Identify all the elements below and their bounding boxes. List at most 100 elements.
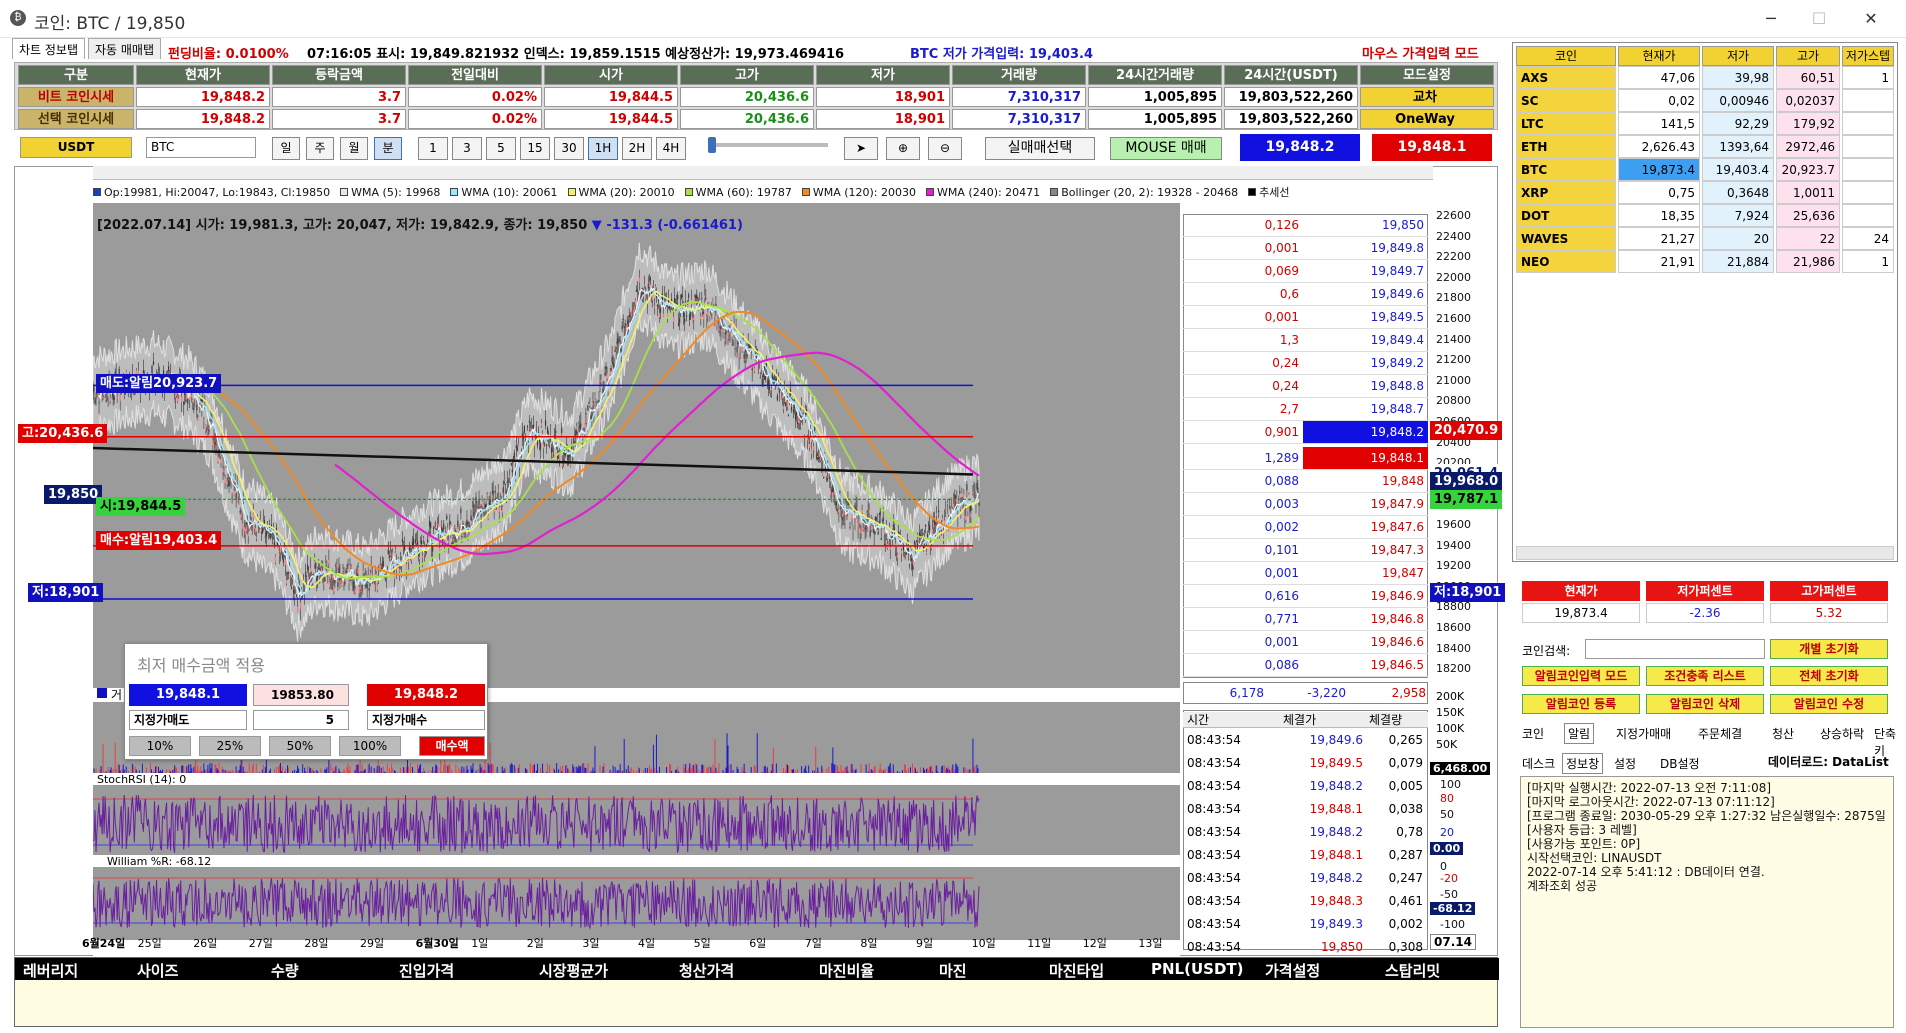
bid-row[interactable]: 0,771 19,846.8 bbox=[1183, 608, 1428, 631]
minute-button[interactable]: 1H bbox=[588, 137, 618, 160]
minute-button[interactable]: 5 bbox=[486, 137, 516, 160]
minute-button[interactable]: 2H bbox=[622, 137, 652, 160]
right-tab[interactable]: 코인 bbox=[1518, 723, 1548, 744]
popup-ask-price[interactable]: 19,848.2 bbox=[367, 684, 485, 706]
coin-name[interactable]: NEO bbox=[1516, 250, 1616, 273]
watchlist-action-button[interactable]: 개별 초기화 bbox=[1770, 639, 1888, 659]
sell-alarm-tag[interactable]: 매도:알림20,923.7 bbox=[96, 374, 222, 393]
right-subtab[interactable]: 데스크 bbox=[1518, 753, 1559, 774]
watchlist-action-button[interactable]: 알림코인 삭제 bbox=[1646, 694, 1764, 714]
bid-row[interactable]: 0,002 19,847.6 bbox=[1183, 516, 1428, 539]
period-button[interactable]: 주 bbox=[306, 137, 334, 160]
popup-price-stepper[interactable]: 19853.80 bbox=[253, 684, 349, 706]
bid-row[interactable]: 0,086 19,846.5 bbox=[1183, 654, 1428, 677]
bid-row[interactable]: 0,088 19,848 bbox=[1183, 470, 1428, 493]
popup-qty-stepper[interactable]: 5 bbox=[253, 710, 349, 730]
bid-row[interactable]: 0,101 19,847.3 bbox=[1183, 539, 1428, 562]
order-price: 19,847.6 bbox=[1370, 520, 1424, 534]
maximize-button[interactable]: ☐ bbox=[1796, 4, 1842, 34]
watchlist-action-button[interactable]: 알림코인 등록 bbox=[1522, 694, 1640, 714]
minute-button[interactable]: 1 bbox=[418, 137, 448, 160]
popup-bid-price[interactable]: 19,848.1 bbox=[129, 684, 247, 706]
close-button[interactable]: ✕ bbox=[1848, 4, 1894, 34]
ask-row[interactable]: 0,126 19,850 bbox=[1183, 214, 1428, 237]
right-tab[interactable]: 상승하락 bbox=[1816, 723, 1868, 744]
pct-50-button[interactable]: 50% bbox=[269, 736, 331, 756]
right-tab[interactable]: 주문체결 bbox=[1694, 723, 1746, 744]
cursor-tool-icon[interactable]: ➤ bbox=[844, 137, 878, 160]
ask-row[interactable]: 0,001 19,849.8 bbox=[1183, 237, 1428, 260]
candle-body bbox=[820, 456, 822, 461]
candle-body bbox=[282, 558, 285, 563]
coin-name[interactable]: ETH bbox=[1516, 135, 1616, 158]
ask-row[interactable]: 0,24 19,849.2 bbox=[1183, 352, 1428, 375]
right-subtab[interactable]: 설정 bbox=[1610, 753, 1640, 774]
tab-auto-trade[interactable]: 자동 매매탭 bbox=[88, 38, 162, 59]
candle-body bbox=[503, 481, 505, 483]
zoom-out-icon[interactable]: ⊖ bbox=[928, 137, 962, 160]
popup-buy-type-select[interactable]: 지정가매수 bbox=[367, 710, 485, 730]
coin-name[interactable]: DOT bbox=[1516, 204, 1616, 227]
grid-value[interactable]: OneWay bbox=[1360, 109, 1494, 129]
order-price: 19,850 bbox=[1382, 218, 1424, 232]
minute-button[interactable]: 4H bbox=[656, 137, 686, 160]
grid-value[interactable]: 교차 bbox=[1360, 87, 1494, 107]
popup-sell-type-select[interactable]: 지정가매도 bbox=[129, 710, 247, 730]
ask-row[interactable]: 1,3 19,849.4 bbox=[1183, 329, 1428, 352]
bid-row[interactable]: 0,003 19,847.9 bbox=[1183, 493, 1428, 516]
coin-name[interactable]: AXS bbox=[1516, 66, 1616, 89]
right-subtab[interactable]: 정보창 bbox=[1562, 753, 1604, 774]
watchlist-action-button[interactable]: 전체 초기화 bbox=[1770, 666, 1888, 686]
chart-scrollbar[interactable] bbox=[93, 166, 1433, 180]
ask-row[interactable]: 0,001 19,849.5 bbox=[1183, 306, 1428, 329]
coin-scrollbar[interactable] bbox=[1516, 546, 1894, 560]
bid-row[interactable]: 0,001 19,847 bbox=[1183, 562, 1428, 585]
ask-price-display[interactable]: 19,848.1 bbox=[1372, 134, 1492, 161]
symbol-input[interactable]: BTC bbox=[146, 137, 256, 158]
bid-row[interactable]: 1,289 19,848.1 bbox=[1183, 447, 1428, 470]
watchlist-action-button[interactable]: 조건충족 리스트 bbox=[1646, 666, 1764, 686]
coin-name[interactable]: WAVES bbox=[1516, 227, 1616, 250]
ask-row[interactable]: 0,069 19,849.7 bbox=[1183, 260, 1428, 283]
zoom-slider-handle[interactable] bbox=[708, 137, 716, 153]
ask-row[interactable]: 2,7 19,848.7 bbox=[1183, 398, 1428, 421]
bid-row[interactable]: 0,616 19,846.9 bbox=[1183, 585, 1428, 608]
right-tab[interactable]: 지정가매매 bbox=[1612, 723, 1675, 744]
mouse-trade-button[interactable]: MOUSE 매매 bbox=[1110, 137, 1222, 160]
right-tab[interactable]: 청산 bbox=[1768, 723, 1798, 744]
watchlist-action-button[interactable]: 알림코인 수정 bbox=[1770, 694, 1888, 714]
candle-body bbox=[333, 585, 335, 592]
minute-button[interactable]: 30 bbox=[554, 137, 584, 160]
buy-alarm-tag[interactable]: 매수:알림19,403.4 bbox=[96, 531, 222, 550]
tab-chart-info[interactable]: 차트 정보탭 bbox=[12, 38, 86, 59]
minute-button[interactable]: 3 bbox=[452, 137, 482, 160]
coin-search-input[interactable] bbox=[1585, 639, 1765, 659]
ask-row[interactable]: 0,24 19,848.8 bbox=[1183, 375, 1428, 398]
zoom-in-icon[interactable]: ⊕ bbox=[886, 137, 920, 160]
right-subtab[interactable]: DB설정 bbox=[1656, 753, 1704, 774]
minimize-button[interactable]: ─ bbox=[1748, 4, 1794, 34]
coin-name[interactable]: BTC bbox=[1516, 158, 1616, 181]
coin-name[interactable]: LTC bbox=[1516, 112, 1616, 135]
minute-button[interactable]: 15 bbox=[520, 137, 550, 160]
ask-row[interactable]: 0,901 19,848.2 bbox=[1183, 421, 1428, 444]
coin-name[interactable]: SC bbox=[1516, 89, 1616, 112]
bid-row[interactable]: 0,001 19,846.6 bbox=[1183, 631, 1428, 654]
period-button[interactable]: 일 bbox=[272, 137, 300, 160]
ask-row[interactable]: 0,6 19,849.6 bbox=[1183, 283, 1428, 306]
select-trade-button[interactable]: 실매매선택 bbox=[985, 137, 1095, 160]
quote-currency[interactable]: USDT bbox=[20, 137, 132, 158]
watchlist-action-button[interactable]: 알림코인입력 모드 bbox=[1522, 666, 1640, 686]
price-axis-tick: 18600 bbox=[1436, 621, 1471, 634]
pct-10-button[interactable]: 10% bbox=[129, 736, 191, 756]
zoom-slider[interactable] bbox=[708, 143, 828, 147]
right-tab[interactable]: 알림 bbox=[1564, 723, 1595, 744]
pct-100-button[interactable]: 100% bbox=[339, 736, 401, 756]
period-button[interactable]: 월 bbox=[340, 137, 368, 160]
buy-amount-button[interactable]: 매수액 bbox=[419, 736, 485, 756]
pct-25-button[interactable]: 25% bbox=[199, 736, 261, 756]
period-button[interactable]: 분 bbox=[374, 137, 402, 160]
candle-body bbox=[769, 391, 771, 393]
bid-price-display[interactable]: 19,848.2 bbox=[1240, 134, 1360, 161]
coin-name[interactable]: XRP bbox=[1516, 181, 1616, 204]
